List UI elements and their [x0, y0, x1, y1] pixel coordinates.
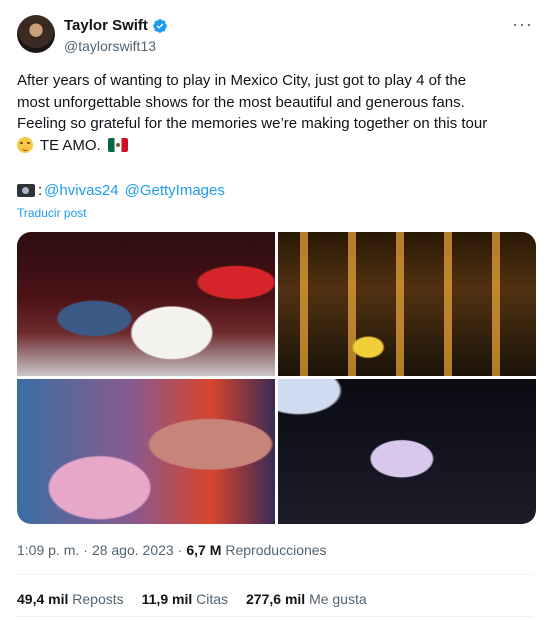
likes-stat[interactable]: 277,6 mil Me gusta: [246, 591, 367, 607]
translate-post-link[interactable]: Traducir post: [17, 206, 87, 220]
photo-3[interactable]: [17, 379, 275, 524]
meta-separator: ·: [83, 542, 88, 558]
author-handle[interactable]: @taylorswift13: [64, 38, 156, 54]
quotes-label: Citas: [196, 591, 229, 607]
tweet-line-4: TE AMO.: [17, 135, 522, 157]
likes-count: 277,6 mil: [246, 591, 306, 607]
more-options-icon[interactable]: ···: [512, 14, 533, 35]
quotes-count: 11,9 mil: [141, 591, 193, 607]
display-name[interactable]: Taylor Swift: [64, 17, 148, 34]
meta-separator-2: ·: [177, 542, 183, 558]
credits-prefix: :: [38, 182, 43, 199]
tweet-last-line-text: TE AMO.: [39, 136, 101, 154]
tweet-text: After years of wanting to play in Mexico…: [17, 70, 522, 156]
divider: [17, 574, 532, 575]
camera-icon: [17, 184, 35, 197]
verified-badge-icon: [153, 18, 167, 33]
photo-1[interactable]: [17, 232, 275, 376]
tweet-time[interactable]: 1:09 p. m.: [17, 542, 79, 558]
reposts-stat[interactable]: 49,4 mil Reposts: [17, 591, 124, 607]
mention-gettyimages[interactable]: @GettyImages: [125, 182, 225, 199]
mention-hvivas24[interactable]: @hvivas24: [44, 182, 118, 199]
reposts-label: Reposts: [72, 591, 124, 607]
avatar[interactable]: [17, 15, 55, 53]
tweet-line-1: After years of wanting to play in Mexico…: [17, 72, 467, 89]
views-count: 6,7 M: [186, 542, 222, 558]
photo-4[interactable]: [278, 379, 536, 524]
author-name-row[interactable]: Taylor Swift: [64, 17, 168, 34]
tweet-meta: 1:09 p. m. · 28 ago. 2023 · 6,7 M Reprod…: [17, 542, 327, 558]
smiling-face-with-tear-icon: [17, 136, 33, 153]
reposts-count: 49,4 mil: [17, 591, 69, 607]
media-grid: [17, 232, 536, 524]
likes-label: Me gusta: [309, 591, 367, 607]
tweet-line-3: Feeling so grateful for the memories we’…: [17, 115, 488, 132]
tweet-date[interactable]: 28 ago. 2023: [92, 542, 174, 558]
photo-credits: : @hvivas24 @GettyImages: [17, 182, 225, 199]
divider-bottom: [17, 616, 532, 617]
photo-2[interactable]: [278, 232, 536, 376]
mexico-flag-icon: [107, 137, 128, 152]
tweet-line-2: most unforgettable shows for the most be…: [17, 93, 465, 111]
engagement-stats: 49,4 mil Reposts 11,9 mil Citas 277,6 mi…: [17, 591, 367, 607]
views-label: Reproducciones: [225, 542, 327, 558]
quotes-stat[interactable]: 11,9 mil Citas: [142, 591, 228, 607]
